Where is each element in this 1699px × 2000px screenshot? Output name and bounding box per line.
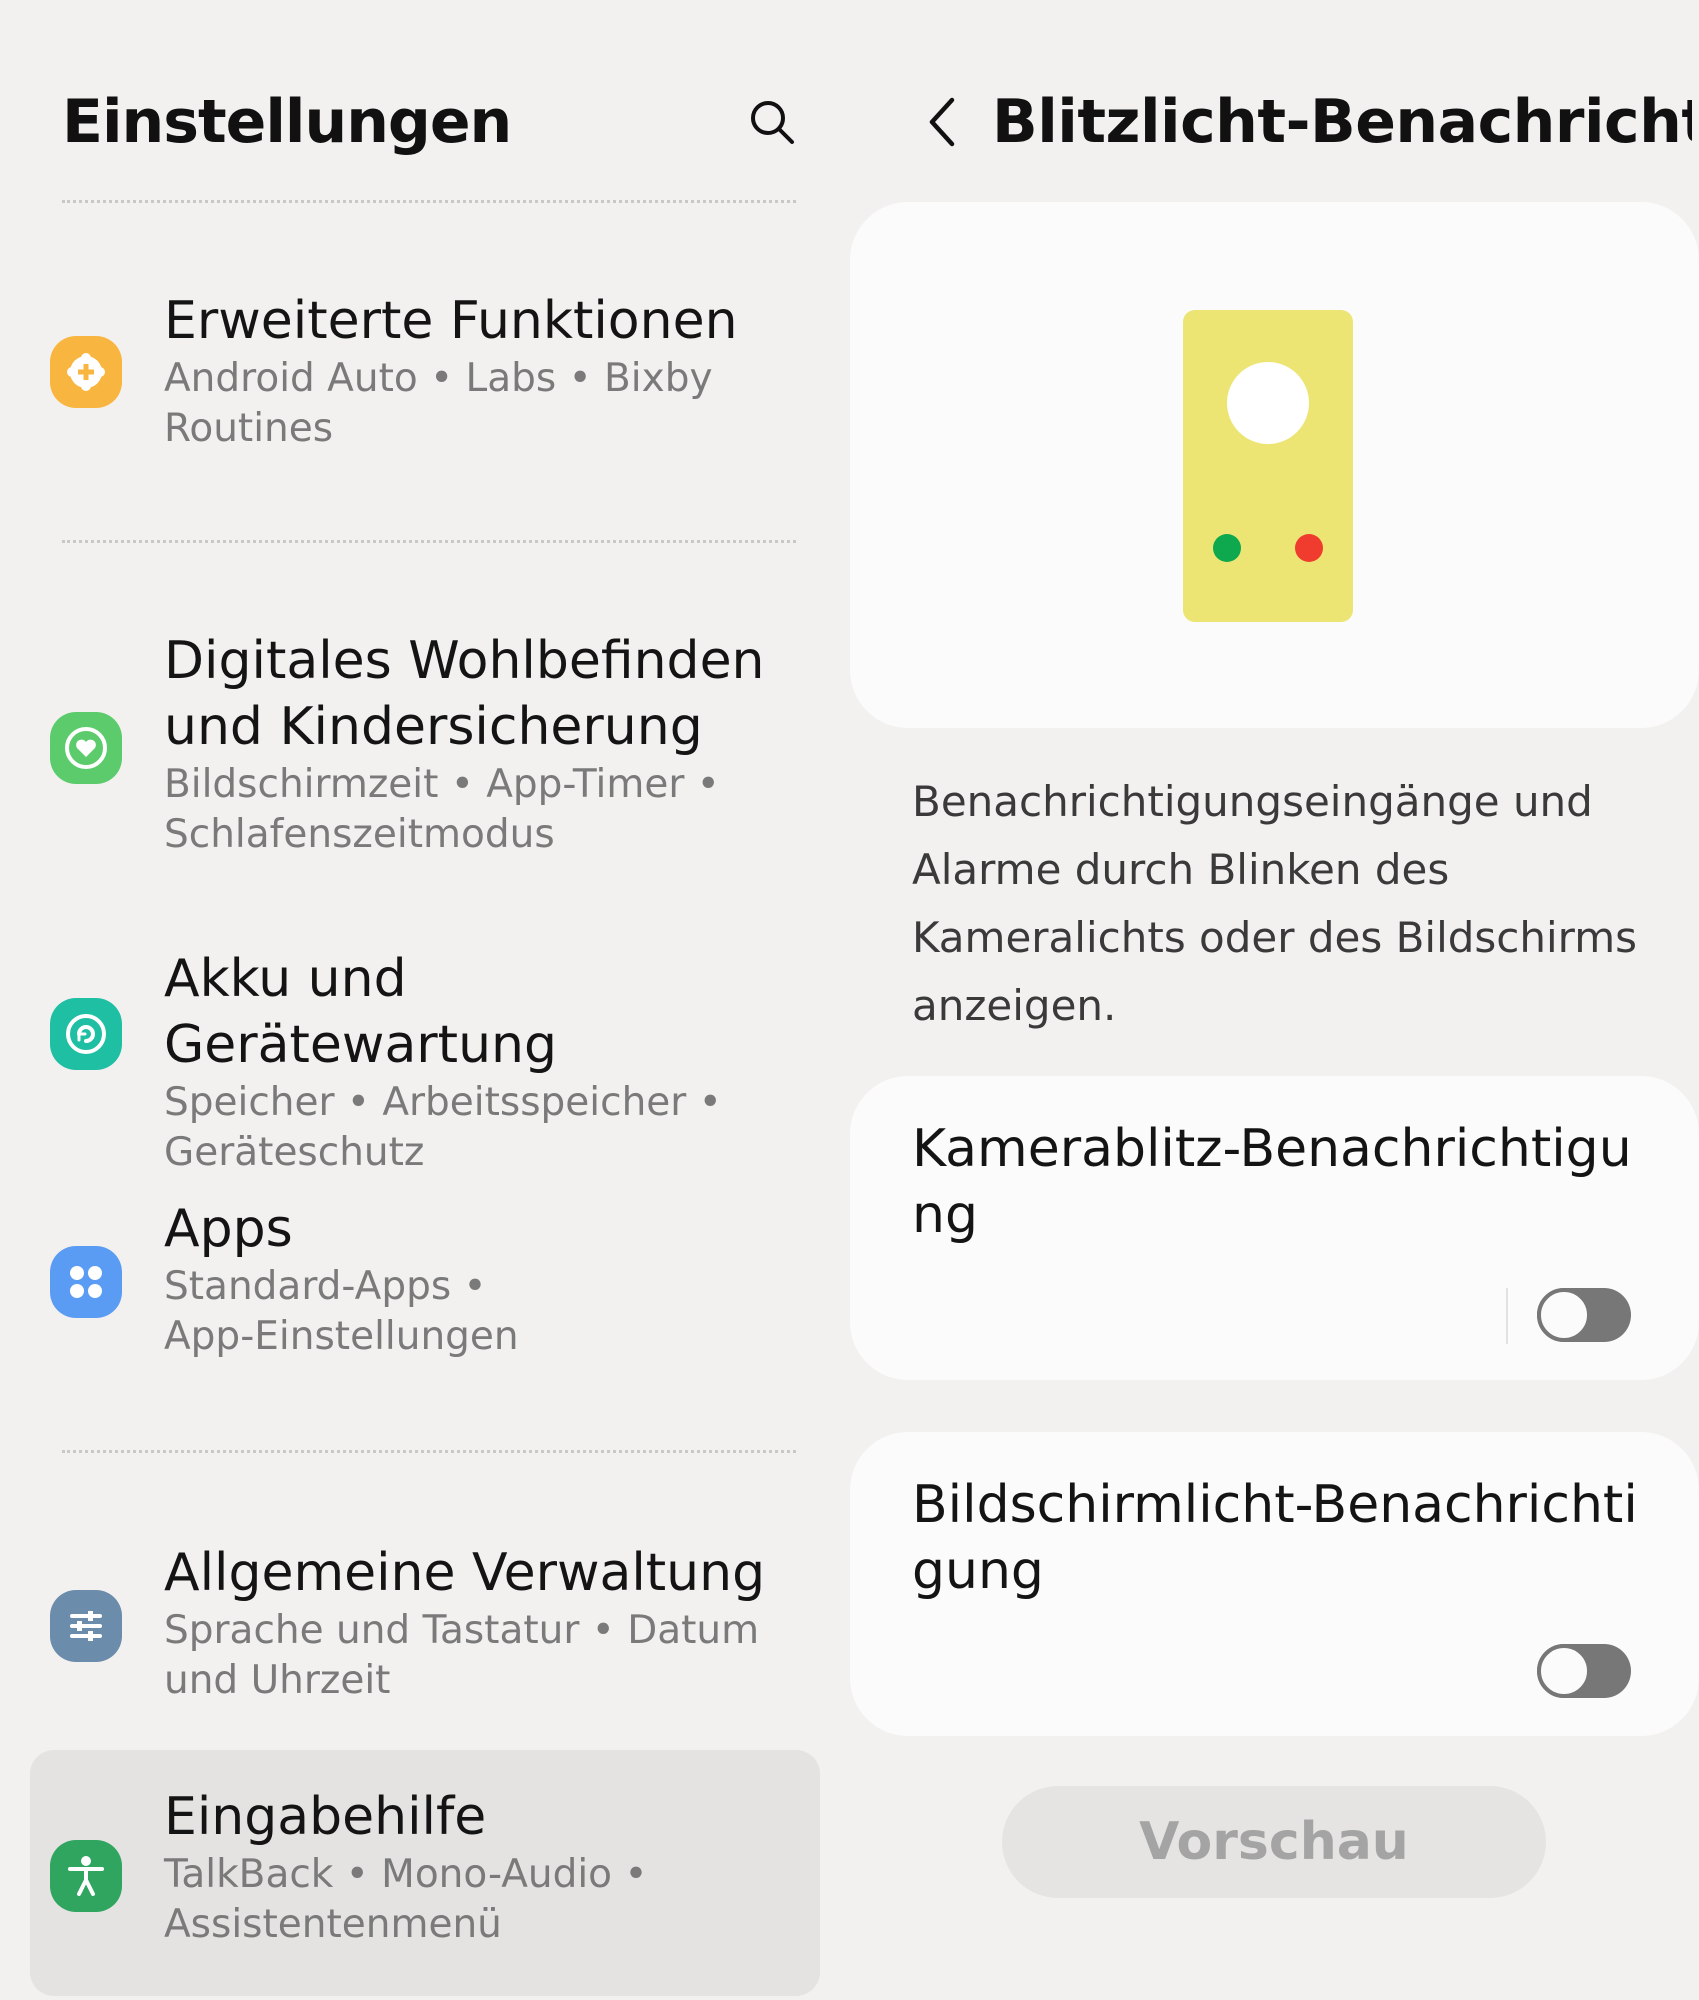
camera-flash-circle [1227,362,1309,444]
item-subtitle: Routines [164,406,334,451]
divider [62,1450,796,1453]
search-icon [751,101,794,144]
settings-list-pane: Einstellungen Erweiterte Funktionen Andr… [0,0,820,2000]
settings-header: Einstellungen [62,82,802,162]
camera-flash-switch[interactable] [1537,1288,1631,1342]
chevron-left-icon [929,97,955,147]
item-subtitle: Assistentenmenü [164,1902,502,1947]
flash-notification-pane: Blitzlicht-Benachrichti... Benachrichtig… [850,0,1699,2000]
switch-knob [1537,1644,1591,1698]
divider [62,200,796,203]
page-title: Einstellungen [62,87,512,157]
item-title: Akku und Gerätewartung [164,949,557,1075]
accessibility-icon [50,1840,122,1912]
phone-illustration [1183,310,1353,622]
settings-item-battery-device-care[interactable]: Akku und Gerätewartung Speicher • Arbeit… [30,942,820,1175]
heart-circle-icon [50,712,122,784]
item-title: Allgemeine Verwaltung [164,1543,766,1603]
separator [1506,1288,1508,1344]
red-indicator-dot [1295,534,1323,562]
preview-button[interactable]: Vorschau [1002,1786,1546,1898]
item-subtitle: Geräteschutz [164,1130,425,1175]
settings-item-advanced-features[interactable]: Erweiterte Funktionen Android Auto • Lab… [30,278,820,478]
apps-grid-icon [50,1246,122,1318]
item-subtitle: und Uhrzeit [164,1658,391,1703]
item-title: Apps [164,1199,293,1259]
item-title: und Kindersicherung [164,697,703,757]
item-subtitle: Bildschirmzeit • App-Timer • [164,762,720,807]
camera-flash-toggle-card[interactable]: Kamerablitz-Benachrichtigung [850,1076,1699,1380]
item-title: Erweiterte Funktionen [164,291,738,351]
item-subtitle: Schlafenszeitmodus [164,812,555,857]
item-title: Digitales Wohlbefinden [164,631,765,691]
item-subtitle: Android Auto • Labs • Bixby [164,356,713,401]
back-button[interactable] [912,90,972,154]
divider [62,540,796,543]
settings-item-digital-wellbeing[interactable]: Digitales Wohlbefinden und Kindersicheru… [30,620,820,870]
item-subtitle: App-Einstellungen [164,1314,519,1359]
settings-item-apps[interactable]: Apps Standard-Apps • App-Einstellungen [30,1192,820,1392]
item-subtitle: Speicher • Arbeitsspeicher • [164,1080,722,1125]
screen-flash-toggle-card[interactable]: Bildschirmlicht-Benachrichtigung [850,1432,1699,1736]
item-subtitle: Standard-Apps • [164,1264,487,1309]
settings-item-accessibility[interactable]: Eingabehilfe TalkBack • Mono-Audio • Ass… [30,1750,820,1996]
illustration-card [850,202,1699,728]
item-subtitle: Sprache und Tastatur • Datum [164,1608,760,1653]
toggle-label: Kamerablitz-Benachrichtigung [912,1119,1632,1245]
green-indicator-dot [1213,534,1241,562]
screen-flash-switch[interactable] [1537,1644,1631,1698]
settings-item-general-management[interactable]: Allgemeine Verwaltung Sprache und Tastat… [30,1536,820,1736]
toggle-label: Bildschirmlicht-Benachrichtigung [912,1475,1638,1601]
sliders-icon [50,1590,122,1662]
gear-plus-icon [50,336,122,408]
search-button[interactable] [742,92,802,152]
switch-knob [1537,1288,1591,1342]
description-text: Benachrichtigungseingänge und Alarme dur… [912,777,1637,1030]
page-title: Blitzlicht-Benachrichti... [992,87,1692,157]
item-title: Eingabehilfe [164,1787,487,1847]
item-subtitle: TalkBack • Mono-Audio • [164,1852,648,1897]
device-care-icon [50,998,122,1070]
